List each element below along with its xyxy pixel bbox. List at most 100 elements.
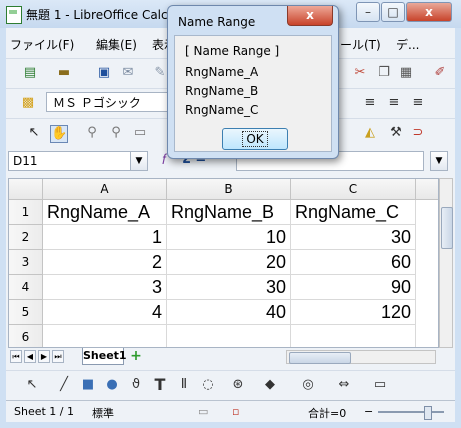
row-header-2[interactable]: 2 [9, 225, 43, 250]
menu-file[interactable]: ファイル(F) [10, 36, 74, 53]
vertical-scroll-thumb[interactable] [441, 207, 453, 249]
text-icon[interactable]: T [152, 377, 168, 393]
symbol-shapes-icon[interactable]: ◎ [300, 377, 316, 393]
cut-icon[interactable]: ✂ [352, 65, 368, 81]
status-bar: Sheet 1 / 1 標準 ▭ ▫ 合計=0 − [6, 400, 455, 423]
draw-select-icon[interactable]: ↖ [24, 377, 40, 393]
ok-button[interactable]: OK [222, 128, 288, 150]
horizontal-scroll-thumb[interactable] [289, 352, 351, 364]
line-icon[interactable]: ╱ [56, 377, 72, 393]
design-mode-icon[interactable]: ◭ [362, 125, 378, 141]
expand-formula-icon[interactable]: ▼ [430, 151, 448, 171]
add-sheet-icon[interactable]: + [128, 349, 144, 364]
cell-b1[interactable]: RngName_B [167, 200, 291, 225]
cell-c5[interactable]: 120 [291, 300, 416, 325]
cell-b6[interactable] [167, 325, 291, 347]
corner-header[interactable] [9, 179, 43, 200]
cell-a2[interactable]: 1 [43, 225, 167, 250]
new-document-icon[interactable]: ▤ [22, 65, 38, 81]
close-button[interactable]: x [406, 2, 452, 22]
menu-tools[interactable]: ール(T) [340, 36, 381, 53]
align-left-icon[interactable]: ≡ [362, 95, 378, 111]
zoom-slider-knob[interactable] [424, 406, 432, 420]
dialog-close-button[interactable]: x [287, 6, 333, 26]
open-folder-icon[interactable]: ▬ [56, 65, 72, 81]
dialog-body: [ Name Range ] RngName_A RngName_B RngNa… [174, 35, 332, 152]
ellipse-icon[interactable]: ● [104, 377, 120, 393]
name-box[interactable]: D11 ▼ [8, 151, 148, 171]
vertical-text-icon[interactable]: Ⅱ [176, 377, 192, 393]
freeform-icon[interactable]: ϑ [128, 377, 144, 393]
last-sheet-icon[interactable]: ⏭ [52, 350, 64, 363]
hand-icon[interactable]: ✋ [50, 125, 68, 143]
row-header-3[interactable]: 3 [9, 250, 43, 275]
cell-c4[interactable]: 90 [291, 275, 416, 300]
cell-c3[interactable]: 60 [291, 250, 416, 275]
row-header-5[interactable]: 5 [9, 300, 43, 325]
flowchart-icon[interactable]: ▭ [372, 377, 388, 393]
sheet-tab-sheet1[interactable]: Sheet1 [82, 348, 127, 365]
name-box-dropdown-icon[interactable]: ▼ [130, 152, 147, 170]
cell-c1[interactable]: RngName_C [291, 200, 416, 225]
horizontal-scrollbar[interactable] [286, 350, 436, 364]
vertical-scrollbar[interactable] [439, 178, 453, 348]
document-modified-icon: ▫ [232, 405, 240, 418]
block-arrows-icon[interactable]: ⇔ [336, 377, 352, 393]
rectangle-icon[interactable]: ■ [80, 377, 96, 393]
cell-a4[interactable]: 3 [43, 275, 167, 300]
cell-b5[interactable]: 40 [167, 300, 291, 325]
edit-file-icon[interactable]: ✎ [152, 65, 168, 81]
next-sheet-icon[interactable]: ▶ [38, 350, 50, 363]
zoom-slider[interactable] [378, 411, 444, 413]
points-icon[interactable]: ⊛ [230, 377, 246, 393]
name-range-dialog: Name Range x [ Name Range ] RngName_A Rn… [167, 5, 339, 159]
prev-sheet-icon[interactable]: ◀ [24, 350, 36, 363]
column-header-b[interactable]: B [167, 179, 291, 200]
comment-icon[interactable]: ▭ [132, 125, 148, 141]
cell-a6[interactable] [43, 325, 167, 347]
dialog-range-name: RngName_A [185, 65, 259, 79]
function-wizard-icon[interactable]: 𝑓 [162, 152, 166, 168]
zoom-page-icon[interactable]: ⚲ [108, 125, 124, 141]
minimize-button[interactable]: – [356, 2, 380, 22]
hammer-icon[interactable]: ⚒ [388, 125, 404, 141]
page-style-text: 標準 [92, 407, 114, 420]
cell-b3[interactable]: 20 [167, 250, 291, 275]
first-sheet-icon[interactable]: ⏮ [10, 350, 22, 363]
cell-c2[interactable]: 30 [291, 225, 416, 250]
cell-c6[interactable] [291, 325, 416, 347]
menu-data[interactable]: デ... [396, 36, 419, 53]
selection-mode-icon: ▭ [198, 405, 209, 418]
zoom-icon[interactable]: ⚲ [84, 125, 100, 141]
zoom-out-icon[interactable]: − [364, 405, 373, 418]
basic-shapes-icon[interactable]: ◆ [262, 377, 278, 393]
row-header-6[interactable]: 6 [9, 325, 43, 347]
copy-icon[interactable]: ❐ [376, 65, 392, 81]
menu-edit[interactable]: 編集(E) [96, 36, 137, 53]
callout-icon[interactable]: ◌ [200, 377, 216, 393]
column-header-a[interactable]: A [43, 179, 167, 200]
row-header-4[interactable]: 4 [9, 275, 43, 300]
magnet-icon[interactable]: ⊃ [410, 125, 426, 141]
styles-icon[interactable]: ▩ [20, 95, 36, 111]
cell-a1[interactable]: RngName_A [43, 200, 167, 225]
window-title: 無題 1 - LibreOffice Calc [26, 8, 168, 22]
maximize-button[interactable]: □ [381, 2, 405, 22]
paste-icon[interactable]: ▦ [398, 65, 414, 81]
email-icon[interactable]: ✉ [120, 65, 136, 81]
column-header-d[interactable] [416, 179, 438, 200]
row-header-1[interactable]: 1 [9, 200, 43, 225]
cell-b2[interactable]: 10 [167, 225, 291, 250]
ok-button-label: OK [242, 131, 268, 147]
cell-a3[interactable]: 2 [43, 250, 167, 275]
align-right-icon[interactable]: ≡ [410, 95, 426, 111]
cell-b4[interactable]: 30 [167, 275, 291, 300]
select-pointer-icon[interactable]: ↖ [26, 125, 42, 141]
align-center-icon[interactable]: ≡ [386, 95, 402, 111]
clone-formatting-icon[interactable]: ✐ [432, 65, 448, 81]
font-name-box[interactable]: ＭＳ Ｐゴシック [46, 92, 176, 112]
spreadsheet-grid[interactable]: A B C 1 RngName_A RngName_B RngName_C 2 … [8, 178, 439, 348]
save-icon[interactable]: ▣ [96, 65, 112, 81]
cell-a5[interactable]: 4 [43, 300, 167, 325]
column-header-c[interactable]: C [291, 179, 416, 200]
